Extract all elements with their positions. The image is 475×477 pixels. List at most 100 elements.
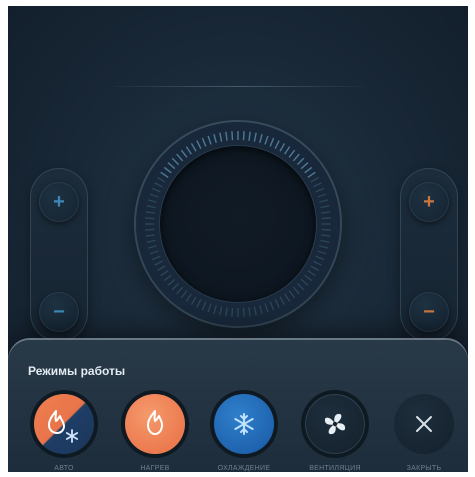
dial-tick	[163, 274, 172, 282]
mode-heat[interactable]: НАГРЕВ	[115, 394, 195, 472]
dial-tick	[242, 131, 245, 141]
mode-list: АВТО НАГРЕВ ОХЛАЖДЕНИЕ ВЕНТИЛЯЦИЯ ЗАКРЫТ…	[8, 394, 468, 472]
dial-tick	[146, 239, 156, 243]
dial-tick	[288, 149, 296, 158]
dial-tick	[253, 132, 257, 142]
dial-tick	[151, 255, 161, 261]
dial-tick	[201, 137, 207, 147]
dial-tick	[190, 143, 197, 152]
mode-label: НАГРЕВ	[140, 465, 170, 472]
dial-tick	[167, 278, 176, 286]
dial-tick	[320, 205, 330, 209]
auto-icon	[48, 410, 79, 443]
dial-tick	[163, 166, 172, 174]
dial-tick	[292, 153, 300, 162]
left-decrease-button[interactable]: −	[39, 292, 79, 332]
dial-tick	[320, 239, 330, 243]
dial-tick	[318, 199, 329, 203]
dial-tick	[313, 182, 322, 188]
dial-tick	[274, 140, 280, 149]
dial-tick	[196, 299, 202, 308]
dial-tick	[304, 166, 313, 174]
mode-label: ОХЛАЖДЕНИЕ	[217, 465, 271, 472]
dial-tick	[145, 234, 155, 237]
right-temperature-control: + −	[400, 168, 458, 342]
close-button[interactable]	[394, 394, 454, 454]
dial-center	[160, 146, 316, 302]
temperature-dial[interactable]	[136, 122, 340, 326]
dial-tick	[151, 187, 161, 193]
dial-tick	[304, 274, 313, 282]
dial-tick	[180, 290, 188, 299]
mode-label: АВТО	[54, 465, 74, 472]
dial-tick	[231, 307, 234, 317]
dial-tick	[171, 157, 180, 166]
dial-tick	[307, 270, 316, 277]
mode-ventilation[interactable]: ВЕНТИЛЯЦИЯ	[295, 394, 375, 472]
mode-close[interactable]: ЗАКРЫТЬ	[384, 394, 464, 472]
header-divider	[103, 86, 373, 87]
dial-tick	[300, 162, 309, 170]
minus-icon: −	[53, 301, 65, 323]
right-increase-button[interactable]: +	[409, 182, 449, 222]
dial-tick	[307, 171, 316, 178]
heat-mode-button[interactable]	[125, 394, 185, 454]
dial-tick	[219, 132, 223, 142]
dial-tick	[154, 182, 163, 188]
dial-tick	[207, 303, 212, 313]
dial-tick	[149, 193, 159, 198]
dial-tick	[176, 286, 184, 295]
dial-tick	[157, 176, 166, 183]
dial-tick	[145, 228, 155, 231]
dial-tick	[321, 211, 331, 214]
dial-tick	[149, 250, 159, 255]
dial-tick	[146, 205, 156, 209]
dial-tick	[288, 290, 296, 299]
dial-tick	[185, 293, 192, 302]
dial-tick	[315, 187, 325, 193]
dial-tick	[296, 157, 305, 166]
dial-tick	[160, 270, 169, 277]
dial-tick	[213, 304, 217, 315]
dial-tick	[196, 140, 202, 149]
dial-tick	[171, 282, 180, 291]
dial-tick	[269, 301, 275, 311]
dial-tick	[167, 162, 176, 170]
dial-tick	[207, 135, 212, 145]
dial-tick	[318, 245, 329, 249]
snowflake-icon	[234, 413, 254, 435]
minus-icon: −	[423, 301, 435, 323]
dial-tick	[145, 211, 155, 214]
mode-auto[interactable]: АВТО	[24, 394, 104, 472]
dial-tick	[176, 153, 184, 162]
dial-tick	[248, 307, 251, 317]
dial-tick	[180, 149, 188, 158]
dial-tick	[292, 286, 300, 295]
dial-tick	[259, 304, 263, 315]
dial-tick	[147, 199, 158, 203]
dial-tick	[321, 234, 331, 237]
fan-mode-button[interactable]	[305, 394, 365, 454]
climate-control-screen: + − + − Режимы работы АВТО НАГРЕВ ОХЛАЖД…	[8, 6, 468, 472]
dial-tick	[279, 143, 286, 152]
flame-icon	[147, 410, 163, 435]
fan-icon	[324, 413, 346, 435]
dial-tick	[231, 131, 234, 141]
left-temperature-control: + −	[30, 168, 88, 342]
dial-tick	[310, 176, 319, 183]
dial-tick	[259, 133, 263, 144]
left-increase-button[interactable]: +	[39, 182, 79, 222]
mode-label: ЗАКРЫТЬ	[406, 465, 442, 472]
dial-tick	[269, 137, 275, 147]
dial-tick	[145, 217, 155, 220]
dial-tick	[253, 306, 257, 316]
cool-mode-button[interactable]	[214, 394, 274, 454]
auto-mode-button[interactable]	[34, 394, 94, 454]
dial-tick	[317, 193, 327, 198]
right-decrease-button[interactable]: −	[409, 292, 449, 332]
dial-tick	[296, 282, 305, 291]
dial-tick	[274, 299, 280, 308]
dial-tick	[213, 133, 217, 144]
mode-cool[interactable]: ОХЛАЖДЕНИЕ	[204, 394, 284, 472]
dial-tick	[201, 301, 207, 311]
